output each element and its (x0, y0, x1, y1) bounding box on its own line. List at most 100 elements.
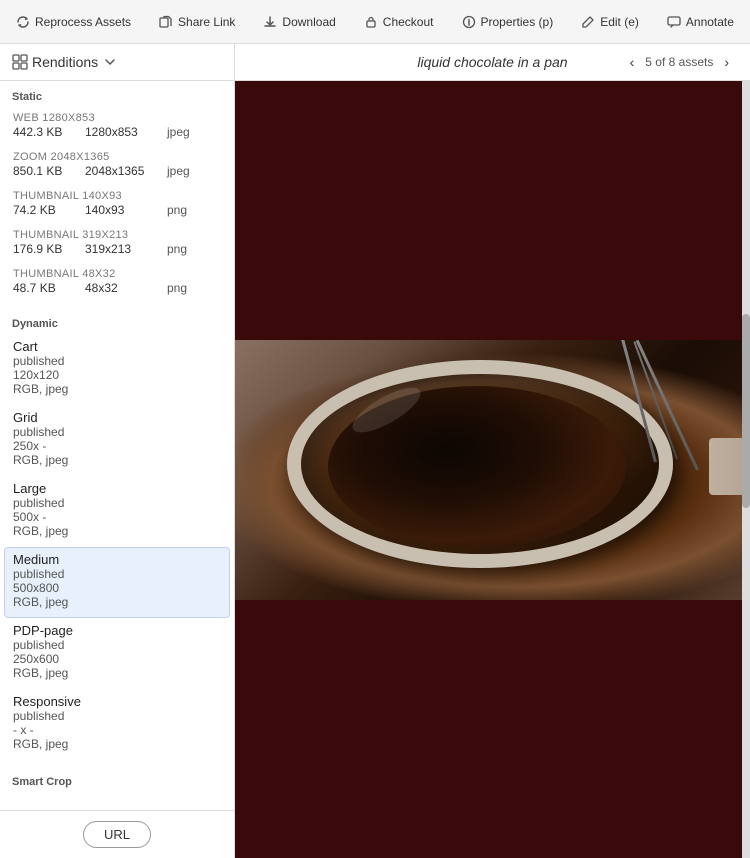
more-button[interactable]: ... (746, 11, 750, 33)
rendition-dims: 48x32 (85, 281, 155, 295)
scrollbar-track[interactable] (742, 81, 750, 858)
rendition-size: 176.9 KB (13, 242, 73, 256)
info-icon (462, 15, 476, 29)
dynamic-item-dims: - x - (13, 723, 221, 737)
renditions-label: Renditions (32, 54, 98, 70)
image-panel-top (235, 81, 750, 340)
dynamic-item-format: RGB, jpeg (13, 524, 221, 538)
rendition-name: ZOOM 2048X1365 (13, 151, 221, 163)
dynamic-item-dims: 250x - (13, 439, 221, 453)
rendition-meta: 442.3 KB 1280x853 jpeg (13, 125, 221, 139)
static-items-list: WEB 1280X853 442.3 KB 1280x853 jpeg ZOOM… (0, 107, 234, 302)
rendition-dims: 140x93 (85, 203, 155, 217)
static-section-heading: Static (0, 81, 234, 107)
chocolate-image (235, 340, 750, 600)
url-button[interactable]: URL (83, 821, 151, 848)
dynamic-item-dims: 500x800 (13, 581, 221, 595)
checkout-button[interactable]: Checkout (356, 11, 442, 33)
sidebar-scroll-area[interactable]: Static WEB 1280X853 442.3 KB 1280x853 jp… (0, 81, 234, 810)
rendition-meta: 74.2 KB 140x93 png (13, 203, 221, 217)
dynamic-item-status: published (13, 354, 221, 368)
pencil-icon (581, 15, 595, 29)
dynamic-item-name: PDP-page (13, 623, 221, 638)
dynamic-item-format: RGB, jpeg (13, 453, 221, 467)
preview-nav: ‹ 5 of 8 assets › (625, 52, 734, 72)
rendition-dims: 319x213 (85, 242, 155, 256)
reprocess-label: Reprocess Assets (35, 15, 131, 29)
rendition-name: WEB 1280X853 (13, 112, 221, 124)
scrollbar-thumb[interactable] (742, 314, 750, 508)
dynamic-item-status: published (13, 567, 221, 581)
preview-pane: liquid chocolate in a pan ‹ 5 of 8 asset… (235, 44, 750, 858)
static-rendition-item[interactable]: THUMBNAIL 140X93 74.2 KB 140x93 png (0, 185, 234, 224)
rendition-meta: 176.9 KB 319x213 png (13, 242, 221, 256)
rendition-name: THUMBNAIL 319X213 (13, 229, 221, 241)
dynamic-item-format: RGB, jpeg (13, 666, 221, 680)
dynamic-rendition-item[interactable]: Grid published 250x - RGB, jpeg (0, 405, 234, 476)
rendition-format: png (167, 203, 187, 217)
dynamic-section-heading: Dynamic (0, 308, 234, 334)
static-rendition-item[interactable]: THUMBNAIL 319X213 176.9 KB 319x213 png (0, 224, 234, 263)
dynamic-item-name: Cart (13, 339, 221, 354)
image-preview-area (235, 81, 750, 858)
chevron-down-icon (104, 56, 116, 68)
dynamic-items-list: Cart published 120x120 RGB, jpeg Grid pu… (0, 334, 234, 760)
checkout-label: Checkout (383, 15, 434, 29)
dynamic-item-dims: 250x600 (13, 652, 221, 666)
smart-crop-section-heading: Smart Crop (0, 766, 234, 798)
nav-text: 5 of 8 assets (645, 55, 713, 69)
reprocess-icon (16, 15, 30, 29)
prev-arrow[interactable]: ‹ (625, 52, 640, 72)
renditions-icon (12, 54, 28, 70)
dynamic-item-name: Medium (13, 552, 221, 567)
lock-icon (364, 15, 378, 29)
static-rendition-item[interactable]: THUMBNAIL 48X32 48.7 KB 48x32 png (0, 263, 234, 302)
dynamic-item-format: RGB, jpeg (13, 737, 221, 751)
image-panel-bot (235, 600, 750, 858)
download-icon (263, 15, 277, 29)
share-icon (159, 15, 173, 29)
rendition-name: THUMBNAIL 140X93 (13, 190, 221, 202)
dynamic-item-status: published (13, 709, 221, 723)
dynamic-rendition-item[interactable]: Large published 500x - RGB, jpeg (0, 476, 234, 547)
sidebar-footer: URL (0, 810, 234, 858)
dynamic-item-dims: 120x120 (13, 368, 221, 382)
share-label: Share Link (178, 15, 235, 29)
rendition-size: 442.3 KB (13, 125, 73, 139)
rendition-size: 74.2 KB (13, 203, 73, 217)
rendition-format: jpeg (167, 164, 190, 178)
static-rendition-item[interactable]: ZOOM 2048X1365 850.1 KB 2048x1365 jpeg (0, 146, 234, 185)
download-label: Download (282, 15, 335, 29)
rendition-format: jpeg (167, 125, 190, 139)
preview-header: liquid chocolate in a pan ‹ 5 of 8 asset… (235, 44, 750, 81)
annotate-button[interactable]: Annotate (659, 11, 742, 33)
download-button[interactable]: Download (255, 11, 343, 33)
sidebar: Renditions Static WEB 1280X853 442.3 KB … (0, 44, 235, 858)
rendition-name: THUMBNAIL 48X32 (13, 268, 221, 280)
image-panels (235, 81, 750, 858)
properties-button[interactable]: Properties (p) (454, 11, 562, 33)
next-arrow[interactable]: › (719, 52, 734, 72)
rendition-dims: 1280x853 (85, 125, 155, 139)
reprocess-button[interactable]: Reprocess Assets (8, 11, 139, 33)
rendition-meta: 850.1 KB 2048x1365 jpeg (13, 164, 221, 178)
dynamic-rendition-item[interactable]: Cart published 120x120 RGB, jpeg (0, 334, 234, 405)
image-panel-mid (235, 340, 750, 600)
rendition-format: png (167, 242, 187, 256)
share-button[interactable]: Share Link (151, 11, 243, 33)
rendition-meta: 48.7 KB 48x32 png (13, 281, 221, 295)
renditions-header[interactable]: Renditions (0, 44, 234, 81)
dynamic-rendition-item[interactable]: Medium published 500x800 RGB, jpeg (4, 547, 230, 618)
dynamic-item-dims: 500x - (13, 510, 221, 524)
dynamic-rendition-item[interactable]: Responsive published - x - RGB, jpeg (0, 689, 234, 760)
static-rendition-item[interactable]: WEB 1280X853 442.3 KB 1280x853 jpeg (0, 107, 234, 146)
dynamic-item-name: Large (13, 481, 221, 496)
annotate-label: Annotate (686, 15, 734, 29)
rendition-size: 48.7 KB (13, 281, 73, 295)
rendition-dims: 2048x1365 (85, 164, 155, 178)
preview-title: liquid chocolate in a pan (417, 54, 567, 70)
comment-icon (667, 15, 681, 29)
dynamic-rendition-item[interactable]: PDP-page published 250x600 RGB, jpeg (0, 618, 234, 689)
edit-button[interactable]: Edit (e) (573, 11, 647, 33)
dynamic-item-status: published (13, 425, 221, 439)
